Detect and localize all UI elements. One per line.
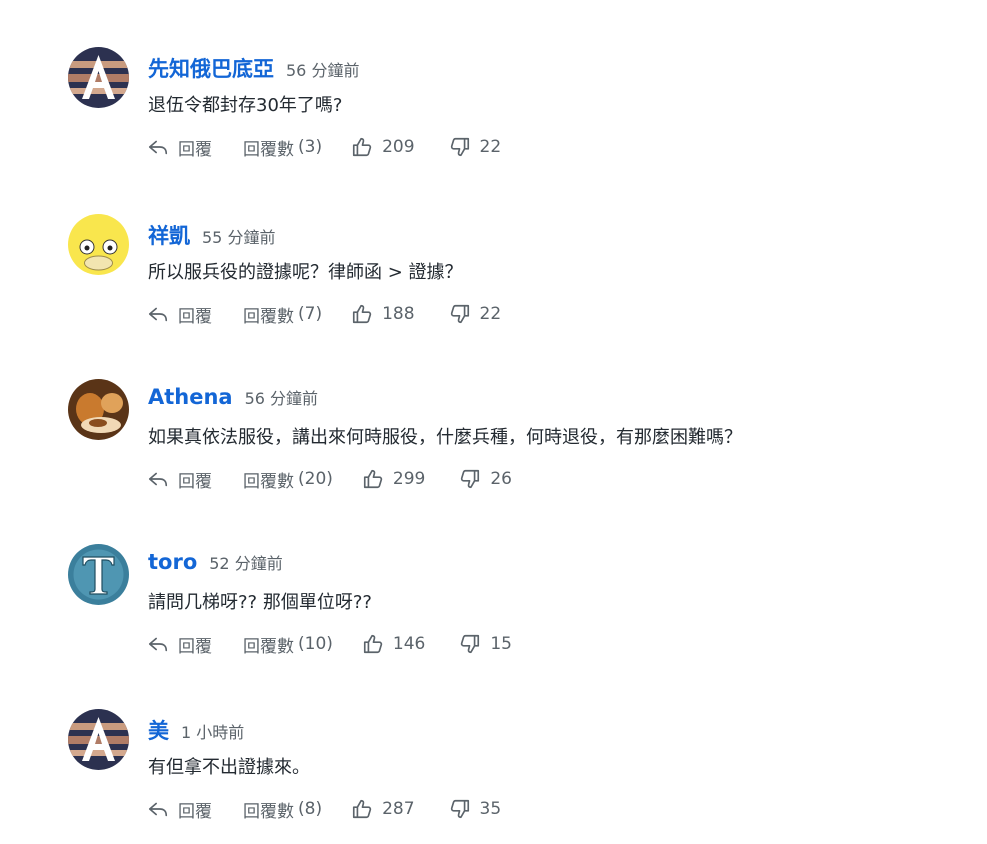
dislike-count: 35	[479, 799, 502, 819]
like-button[interactable]: 287	[351, 798, 415, 820]
reply-button[interactable]: 回覆	[147, 135, 212, 160]
letter-a-avatar-icon	[68, 709, 129, 770]
reply-count: (3)	[298, 137, 323, 157]
dislike-button[interactable]: 22	[449, 303, 502, 325]
avatar[interactable]	[68, 709, 129, 770]
like-button[interactable]: 146	[362, 633, 425, 655]
reply-label: 回覆	[178, 306, 212, 327]
reply-icon	[148, 472, 168, 487]
thumbs-down-icon	[450, 799, 469, 819]
thumbs-down-icon	[461, 469, 480, 489]
photo-avatar-icon	[68, 379, 129, 440]
thumbs-down-icon	[450, 304, 469, 324]
replies-label: 回覆數	[243, 471, 294, 492]
reply-icon	[148, 802, 168, 817]
reply-label: 回覆	[178, 801, 212, 822]
dislike-button[interactable]: 22	[449, 136, 502, 158]
reply-label: 回覆	[178, 139, 212, 160]
like-count: 146	[392, 634, 426, 654]
reply-button[interactable]: 回覆	[147, 797, 212, 822]
reply-count: (8)	[298, 799, 323, 819]
replies-button[interactable]: 回覆數 (20)	[243, 467, 333, 492]
timestamp: 56 分鐘前	[286, 61, 360, 80]
thumbs-down-icon	[450, 137, 469, 157]
like-button[interactable]: 209	[351, 136, 415, 158]
comment-actions: 回覆 回覆數 (20) 299 26	[147, 467, 512, 492]
like-count: 188	[382, 304, 415, 324]
username[interactable]: 先知俄巴底亞	[148, 53, 274, 83]
timestamp: 55 分鐘前	[202, 228, 276, 247]
replies-label: 回覆數	[243, 801, 294, 822]
reply-label: 回覆	[178, 636, 212, 657]
comment-text: 所以服兵役的證據呢？律師函 > 證據？	[148, 262, 463, 283]
comment-actions: 回覆 回覆數 (8) 287 35	[147, 797, 502, 822]
username[interactable]: Athena	[148, 385, 233, 409]
yellow-duck-avatar-icon	[68, 214, 129, 275]
comment-text: 請問几梯呀?? 那個單位呀??	[148, 592, 372, 613]
dislike-count: 22	[479, 304, 502, 324]
reply-count: (20)	[298, 469, 333, 489]
thumbs-down-icon	[461, 634, 480, 654]
dislike-button[interactable]: 26	[459, 468, 512, 490]
reply-icon	[148, 307, 168, 322]
thumbs-up-icon	[363, 469, 383, 489]
username[interactable]: 美	[148, 715, 169, 745]
dislike-count: 26	[490, 469, 512, 489]
replies-label: 回覆數	[243, 306, 294, 327]
dislike-count: 22	[479, 137, 502, 157]
reply-button[interactable]: 回覆	[147, 302, 212, 327]
reply-icon	[148, 637, 168, 652]
reply-count: (10)	[298, 634, 333, 654]
comment-text: 有但拿不出證據來。	[148, 757, 310, 778]
like-button[interactable]: 188	[351, 303, 415, 325]
replies-button[interactable]: 回覆數 (8)	[243, 797, 322, 822]
timestamp: 52 分鐘前	[209, 554, 283, 573]
dislike-count: 15	[490, 634, 512, 654]
reply-label: 回覆	[178, 471, 212, 492]
thumbs-up-icon	[353, 799, 372, 819]
reply-count: (7)	[298, 304, 323, 324]
like-count: 287	[382, 799, 415, 819]
username[interactable]: toro	[148, 550, 197, 574]
replies-button[interactable]: 回覆數 (3)	[243, 135, 322, 160]
reply-button[interactable]: 回覆	[147, 632, 212, 657]
comment-actions: 回覆 回覆數 (3) 209 22	[147, 135, 502, 160]
thumbs-up-icon	[353, 304, 372, 324]
dislike-button[interactable]: 15	[459, 633, 512, 655]
avatar[interactable]	[68, 214, 129, 275]
comment-text: 退伍令都封存30年了嗎?	[148, 95, 343, 116]
timestamp: 56 分鐘前	[244, 389, 319, 408]
reply-icon	[148, 140, 168, 155]
avatar[interactable]	[68, 47, 129, 108]
comment-text: 如果真依法服役，講出來何時服役，什麼兵種，何時退役，有那麼困難嗎？	[148, 427, 742, 448]
username[interactable]: 祥凱	[148, 220, 190, 250]
like-count: 209	[382, 137, 415, 157]
replies-label: 回覆數	[243, 636, 294, 657]
replies-label: 回覆數	[243, 139, 294, 160]
comment-actions: 回覆 回覆數 (7) 188 22	[147, 302, 502, 327]
letter-t-avatar-icon	[68, 544, 129, 605]
avatar[interactable]	[68, 379, 129, 440]
comment-actions: 回覆 回覆數 (10) 146 15	[147, 632, 512, 657]
dislike-button[interactable]: 35	[449, 798, 502, 820]
replies-button[interactable]: 回覆數 (7)	[243, 302, 322, 327]
avatar[interactable]	[68, 544, 129, 605]
thumbs-up-icon	[363, 634, 383, 654]
replies-button[interactable]: 回覆數 (10)	[243, 632, 333, 657]
like-count: 299	[392, 469, 426, 489]
like-button[interactable]: 299	[362, 468, 425, 490]
thumbs-up-icon	[353, 137, 372, 157]
reply-button[interactable]: 回覆	[147, 467, 212, 492]
timestamp: 1 小時前	[181, 723, 245, 742]
letter-a-avatar-icon	[68, 47, 129, 108]
